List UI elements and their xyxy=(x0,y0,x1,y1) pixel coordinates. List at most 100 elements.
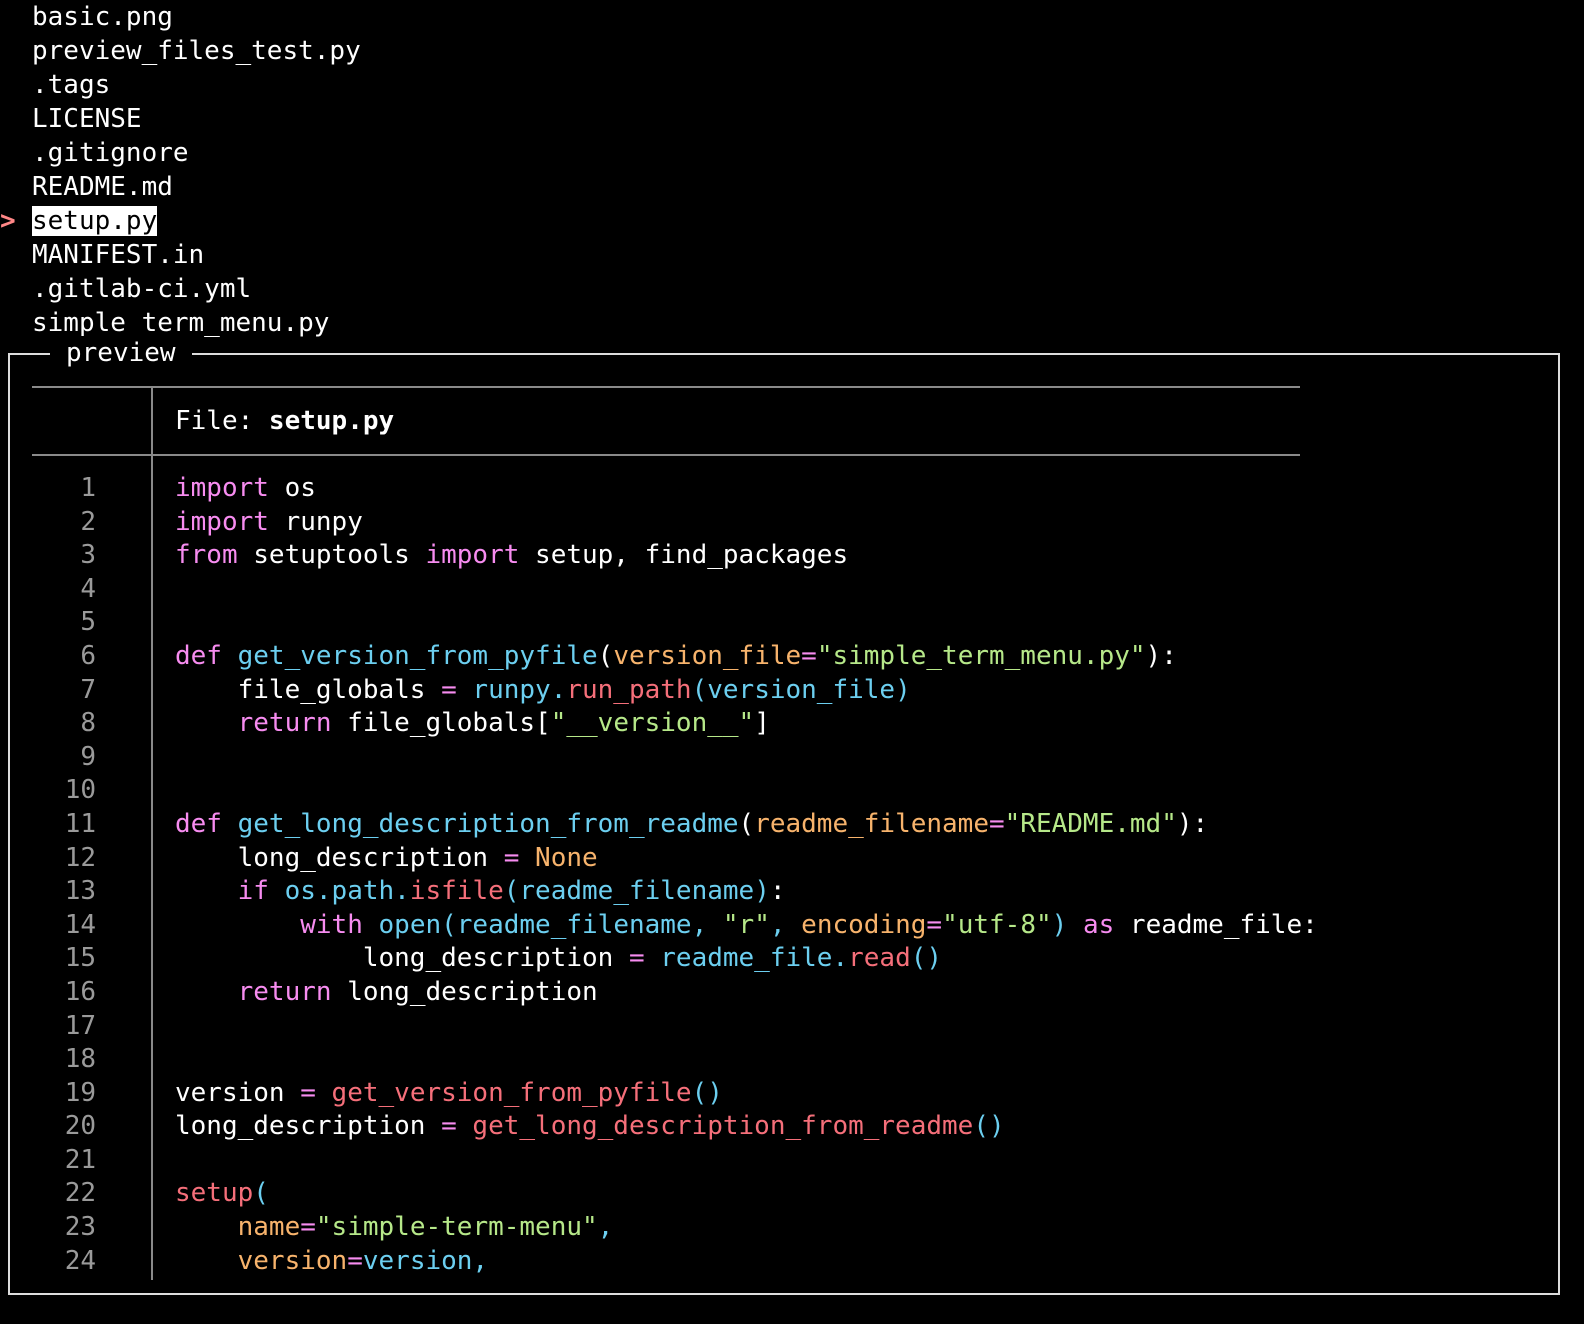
line-number: 4 xyxy=(80,573,96,604)
code-line: 19 version = get_version_from_pyfile() xyxy=(10,1077,1550,1111)
code-line: 11 def get_long_description_from_readme(r… xyxy=(10,808,1550,842)
code-line: 15 long_description = readme_file.read() xyxy=(10,942,1550,976)
code-token: ( xyxy=(253,1178,269,1209)
menu-item-label: .gitlab-ci.yml xyxy=(32,274,252,304)
code-token: = xyxy=(441,674,457,705)
line-number: 6 xyxy=(80,640,96,671)
code-line: 12 long_description = None xyxy=(10,842,1550,876)
code-token: , xyxy=(769,909,802,940)
line-number: 14 xyxy=(64,909,96,940)
code-token: os.path. xyxy=(284,876,410,907)
line-number: 2 xyxy=(80,506,96,537)
code-token: setuptools xyxy=(237,540,426,571)
line-number: 10 xyxy=(64,775,96,806)
code-token: os xyxy=(268,473,316,503)
code-token: return xyxy=(237,976,332,1007)
code-token: readme_file: xyxy=(1114,909,1318,940)
code-token: setup xyxy=(175,1178,254,1209)
code-line: 22 setup( xyxy=(10,1177,1550,1211)
code-token: "README.md" xyxy=(1004,808,1177,839)
code-text: setup( xyxy=(175,1177,269,1211)
code-token: file_globals xyxy=(175,674,442,705)
menu-item-label: MANIFEST.in xyxy=(32,240,205,270)
code-token: get_version_from_pyfile xyxy=(237,640,598,671)
code-token: open(readme_filename, xyxy=(378,909,723,940)
code-text: import os xyxy=(175,472,316,506)
line-number: 15 xyxy=(64,943,96,974)
code-line: 10 xyxy=(10,774,1550,808)
code-line: 14 with open(readme_filename, "r", encod… xyxy=(10,909,1550,943)
code-token: ): xyxy=(1176,808,1209,839)
code-token: ] xyxy=(754,708,770,739)
code-token: encoding xyxy=(801,909,927,940)
code-token: get_version_from_pyfile xyxy=(331,1077,692,1108)
code-view[interactable]: 1 import os 2 import runpy 3 from setuptools … xyxy=(10,472,1550,1278)
code-token: = xyxy=(300,1212,316,1243)
code-line: 17 xyxy=(10,1010,1550,1044)
code-text: long_description = readme_file.read() xyxy=(175,942,942,976)
code-text: from setuptools import setup, find_packa… xyxy=(175,539,848,573)
code-token: None xyxy=(535,842,598,873)
code-token: run_path xyxy=(566,674,692,705)
code-token: ( xyxy=(597,640,614,671)
line-number: 22 xyxy=(64,1178,96,1209)
code-token: as xyxy=(1082,909,1115,940)
code-token: ) xyxy=(1051,909,1068,940)
code-token: () xyxy=(910,943,943,974)
header-top-rule xyxy=(32,386,1300,388)
line-number: 11 xyxy=(64,808,96,839)
code-token: version_file xyxy=(613,640,802,671)
code-line: 20 long_description = get_long_descriptio… xyxy=(10,1110,1550,1144)
code-token: version, xyxy=(362,1245,489,1276)
menu-item-label: simple_term_menu.py xyxy=(32,308,330,338)
code-text: with open(readme_filename, "r", encoding… xyxy=(175,909,1318,943)
code-token: = xyxy=(628,943,645,974)
line-number: 13 xyxy=(64,876,96,907)
code-token: = xyxy=(989,808,1005,839)
code-token: long_description xyxy=(175,842,504,873)
menu-item-label: README.md xyxy=(32,172,173,202)
code-token: "__version__" xyxy=(550,708,755,739)
code-line: 13 if os.path.isfile(readme_filename): xyxy=(10,875,1550,909)
code-token: read xyxy=(848,943,911,974)
code-token: long_description xyxy=(331,976,598,1007)
code-line: 21 xyxy=(10,1144,1550,1178)
code-token: () xyxy=(691,1077,723,1108)
code-text: import runpy xyxy=(175,506,363,540)
line-number: 7 xyxy=(80,674,96,705)
code-token: long_description xyxy=(175,943,629,974)
code-token: readme_filename xyxy=(754,808,989,839)
line-number: 16 xyxy=(64,976,96,1007)
line-number: 5 xyxy=(80,607,96,638)
code-token: import xyxy=(175,473,269,503)
code-text: def get_version_from_pyfile(version_file… xyxy=(175,640,1177,674)
line-number: 23 xyxy=(64,1212,96,1243)
code-text: def get_long_description_from_readme(rea… xyxy=(175,808,1208,842)
code-text: version = get_version_from_pyfile() xyxy=(175,1077,723,1111)
menu-cursor: > xyxy=(0,206,16,236)
code-line: 1 import os xyxy=(10,472,1550,506)
code-token: long_description xyxy=(175,1111,442,1142)
code-text: return long_description xyxy=(175,976,598,1010)
code-token: version xyxy=(175,1077,301,1108)
menu-item-label: setup.py xyxy=(32,206,158,236)
code-token: def xyxy=(175,640,222,671)
code-text: if os.path.isfile(readme_filename): xyxy=(175,875,786,909)
code-text: return file_globals["__version__"] xyxy=(175,707,770,741)
code-token: setup, find_packages xyxy=(519,540,849,571)
menu-item-label: .gitignore xyxy=(32,138,189,168)
code-line: 3 from setuptools import setup, find_pack… xyxy=(10,539,1550,573)
line-number: 1 xyxy=(80,473,96,503)
code-text: file_globals = runpy.run_path(version_fi… xyxy=(175,674,911,708)
code-token: get_long_description_from_readme xyxy=(472,1111,974,1142)
header-bottom-rule xyxy=(32,454,1300,456)
